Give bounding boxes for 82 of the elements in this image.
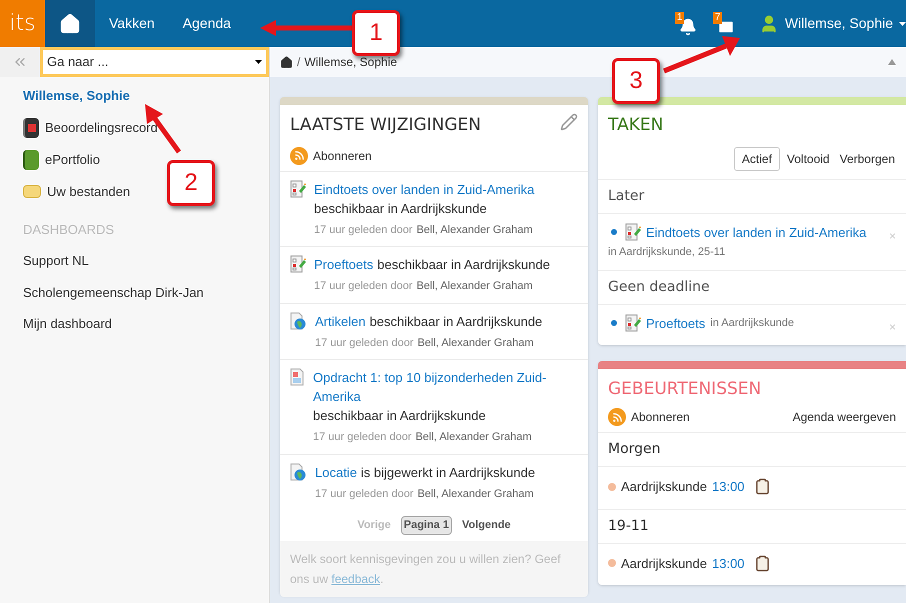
author-name: Bell, Alexander Graham [417, 486, 534, 502]
scroll-up-icon[interactable] [888, 59, 896, 65]
caret-icon [255, 60, 262, 64]
document-icon [290, 368, 305, 386]
task-detail: in Aardrijkskunde, 25-11 [608, 245, 726, 260]
home-icon [59, 12, 81, 34]
sidebar-item[interactable]: Beoordelingsrecord [23, 118, 269, 138]
task-link[interactable]: Proeftoets [646, 314, 706, 333]
nav-link[interactable]: Vakken [95, 13, 169, 34]
test-document-icon [290, 180, 306, 198]
author-name: Bell, Alexander Graham [417, 336, 534, 350]
event-time[interactable]: 13:00 [712, 554, 745, 573]
day-heading: Morgen [608, 441, 661, 457]
nav-link[interactable]: Agenda [168, 13, 245, 34]
meta-text: 17 uur geleden door [314, 222, 412, 238]
change-text: is bijgewerkt in Aardrijkskunde [360, 464, 536, 482]
event-time[interactable]: 13:00 [712, 477, 745, 496]
meta-text: 17 uur geleden door [313, 430, 412, 445]
group-heading: Later [608, 188, 644, 204]
filter-tab[interactable]: Verborgen [836, 146, 898, 170]
meta-text: 17 uur geleden door [315, 486, 414, 502]
subscribe-link[interactable]: Abonneren [608, 408, 690, 426]
event-subject: Aardrijkskunde [621, 554, 707, 573]
section-heading: DASHBOARDS [23, 220, 116, 238]
caret-icon [899, 22, 906, 26]
clipboard-icon[interactable] [754, 478, 771, 496]
next-link[interactable]: Volgende [462, 517, 511, 534]
card-title: TAKEN [607, 114, 664, 137]
home-icon[interactable] [280, 56, 293, 68]
annotation-number: 1 [352, 10, 400, 56]
group-heading: Geen deadline [608, 278, 710, 294]
change-link[interactable]: Locatie [315, 462, 357, 482]
clipboard-icon[interactable] [754, 554, 771, 572]
subscribe-link[interactable]: Abonneren [290, 146, 372, 164]
event-subject: Aardrijkskunde [621, 478, 707, 496]
folder-icon [23, 185, 41, 198]
test-document-icon [290, 255, 306, 273]
change-link[interactable]: Eindtoets over landen in Zuid-Amerika [314, 180, 534, 198]
user-name-link[interactable]: Willemse, Sophie [23, 86, 269, 106]
change-text: beschikbaar in Aardrijkskunde [314, 200, 487, 218]
test-document-icon [625, 223, 641, 242]
globe-document-icon [290, 312, 307, 330]
change-text: beschikbaar in Aardrijkskunde [370, 312, 542, 330]
dashboard-link[interactable]: Support NL [23, 251, 269, 270]
task-link[interactable]: Eindtoets over landen in Zuid-Amerika [646, 222, 866, 242]
test-document-icon [625, 314, 641, 332]
change-text: beschikbaar in Aardrijkskunde [313, 407, 486, 425]
change-link[interactable]: Artikelen [315, 312, 366, 330]
author-name: Bell, Alexander Graham [416, 222, 533, 238]
notebook-icon [23, 150, 39, 170]
filter-tab[interactable]: Voltooid [784, 146, 833, 170]
day-heading: 19-11 [608, 518, 649, 534]
page-indicator: Pagina 1 [400, 516, 452, 534]
annotation-number: 2 [167, 160, 215, 206]
rss-icon [608, 408, 626, 426]
card-title: LAATSTE WIJZIGINGEN [290, 114, 482, 137]
filter-tab[interactable]: Actief [734, 146, 780, 170]
dashboard-link[interactable]: Scholengemeenschap Dirk-Jan [23, 282, 269, 302]
change-link[interactable]: Proeftoets [314, 255, 374, 274]
count-badge: 1 [674, 12, 684, 24]
dashboard-link[interactable]: Mijn dashboard [23, 314, 269, 334]
calendar-link[interactable]: Agenda weergeven [792, 408, 896, 426]
breadcrumb-separator: / [297, 54, 300, 71]
card-title: GEBEURTENISSEN [607, 378, 762, 400]
user-menu[interactable]: Willemse, Sophie [758, 13, 906, 34]
home-button[interactable] [45, 0, 95, 47]
feedback-text: Welk soort kennisgevingen zou u willen zien? Geef ons uw feedback. [280, 540, 588, 596]
change-text: beschikbaar in Aardrijkskunde [377, 256, 550, 274]
count-badge: 7 [712, 12, 722, 24]
pencil-icon[interactable] [560, 113, 578, 131]
meta-text: 17 uur geleden door [315, 336, 414, 350]
author-name: Bell, Alexander Graham [415, 430, 532, 445]
author-name: Bell, Alexander Graham [416, 279, 533, 294]
globe-document-icon [290, 462, 307, 480]
gradebook-icon [23, 118, 39, 138]
change-link[interactable]: Opdracht 1: top 10 bijzonderheden Zuid-Amerika [313, 368, 578, 406]
breadcrumb-text: Willemse, Sophie [304, 54, 398, 71]
annotation-number: 3 [612, 58, 660, 104]
rss-icon [290, 146, 308, 164]
meta-text: 17 uur geleden door [314, 279, 412, 294]
goto-select[interactable]: Ga naar ... [40, 47, 269, 77]
task-detail: in Aardrijkskunde [710, 316, 794, 331]
